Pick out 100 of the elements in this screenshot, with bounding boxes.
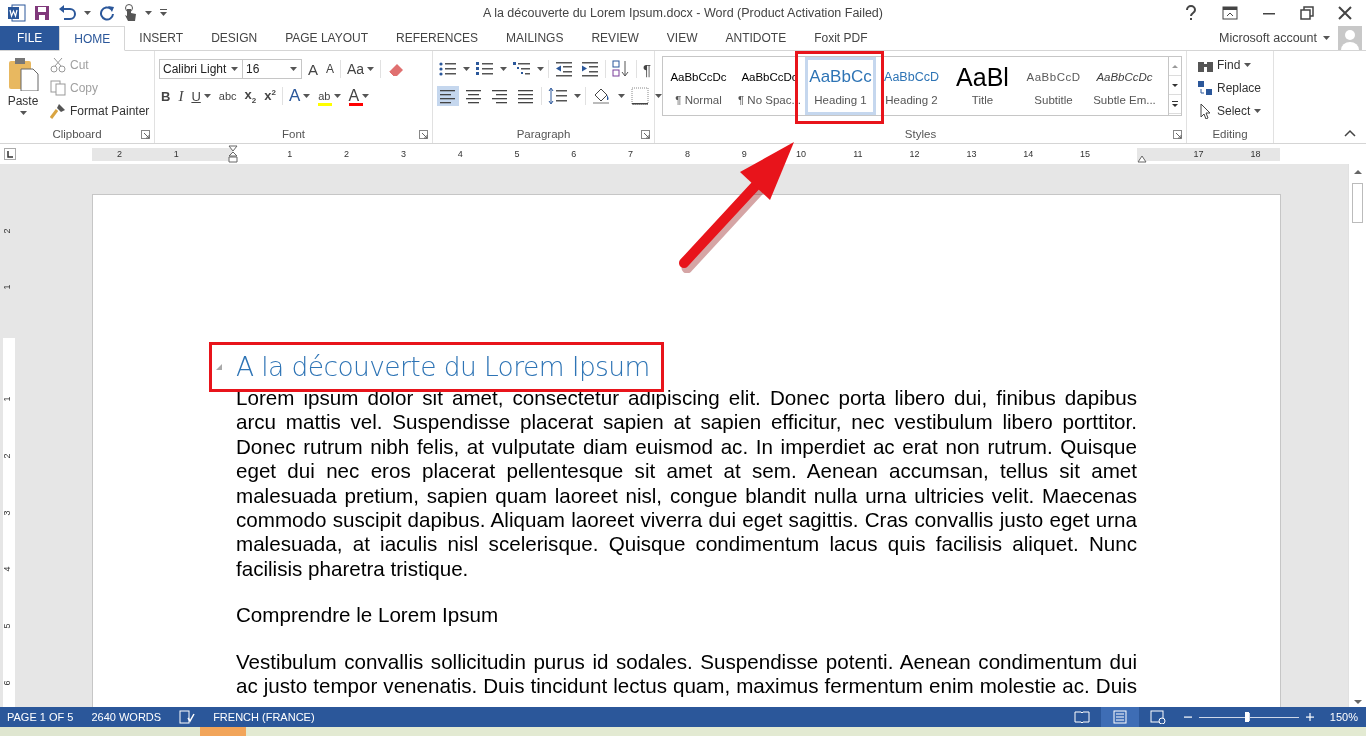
superscript-button[interactable]: x$^{2}$ bbox=[262, 86, 278, 106]
indent-marker-icon[interactable] bbox=[228, 144, 238, 163]
bold-button[interactable]: B bbox=[159, 86, 173, 106]
ribbon-tab[interactable]: HOME bbox=[59, 26, 126, 51]
group-label: Clipboard bbox=[52, 128, 102, 140]
group-label: Editing bbox=[1212, 128, 1248, 140]
dialog-launcher-icon[interactable] bbox=[641, 130, 650, 139]
multilevel-list-icon[interactable] bbox=[511, 61, 533, 77]
font-name-field[interactable]: Calibri Light bbox=[159, 59, 243, 79]
ribbon-tab[interactable]: PAGE LAYOUT bbox=[271, 26, 383, 50]
align-left-button[interactable] bbox=[437, 86, 459, 106]
caret-icon[interactable] bbox=[500, 67, 507, 71]
ruler-number: 8 bbox=[684, 147, 690, 161]
bullet-list-icon[interactable] bbox=[437, 61, 459, 77]
caret-icon[interactable] bbox=[1323, 36, 1330, 40]
slider-thumb[interactable] bbox=[1244, 712, 1249, 722]
strikethrough-button[interactable]: abc bbox=[216, 86, 239, 106]
caret-icon[interactable] bbox=[84, 11, 91, 15]
caret-icon[interactable] bbox=[463, 67, 470, 71]
redo-icon[interactable] bbox=[99, 5, 115, 21]
format-painter-button[interactable]: Format Painter bbox=[48, 101, 152, 121]
ribbon-tab[interactable]: REVIEW bbox=[577, 26, 653, 50]
dialog-launcher-icon[interactable] bbox=[141, 130, 150, 139]
ribbon-tab[interactable]: Foxit PDF bbox=[800, 26, 882, 50]
borders-icon[interactable] bbox=[629, 87, 651, 105]
style-option[interactable]: AaBbCcDc Subtle Em... bbox=[1089, 57, 1160, 115]
caret-icon[interactable] bbox=[618, 94, 625, 98]
paintbrush-icon bbox=[50, 103, 66, 119]
decrease-indent-icon[interactable] bbox=[553, 61, 575, 77]
ribbon-tab[interactable]: VIEW bbox=[652, 26, 712, 50]
ruler-number: 15 bbox=[1080, 147, 1090, 161]
ribbon-tab[interactable]: MAILINGS bbox=[492, 26, 578, 50]
zoom-slider[interactable] bbox=[1198, 712, 1299, 722]
language-indicator[interactable]: FRENCH (FRANCE) bbox=[204, 711, 324, 723]
line-spacing-icon[interactable] bbox=[546, 87, 570, 105]
caret-icon[interactable] bbox=[290, 67, 297, 71]
dialog-launcher-icon[interactable] bbox=[419, 130, 428, 139]
save-icon[interactable] bbox=[34, 5, 50, 21]
ruler-number: 7 bbox=[628, 147, 634, 161]
tab-selector-icon[interactable] bbox=[4, 148, 16, 160]
font-color-button[interactable]: A bbox=[346, 86, 372, 106]
ruler-number: 2 bbox=[1, 453, 12, 459]
caret-icon[interactable] bbox=[231, 67, 238, 71]
ruler-number: 6 bbox=[1, 680, 12, 686]
ruler-number: 5 bbox=[1, 623, 12, 629]
shrink-font-button[interactable]: A bbox=[324, 59, 337, 79]
style-option[interactable]: AaBl Title bbox=[947, 57, 1018, 115]
undo-icon[interactable] bbox=[58, 5, 76, 21]
text-effects-button[interactable]: A bbox=[286, 86, 313, 106]
show-marks-button[interactable]: ¶ bbox=[641, 59, 654, 79]
zoom-level[interactable]: 150% bbox=[1320, 711, 1366, 723]
restore-icon[interactable] bbox=[1300, 6, 1314, 20]
caret-icon[interactable] bbox=[145, 11, 152, 15]
underline-button[interactable]: U bbox=[189, 86, 213, 106]
style-option[interactable]: AaBbCc Heading 1 bbox=[805, 57, 876, 115]
account-menu[interactable]: Microsoft account bbox=[1219, 26, 1323, 50]
ribbon-tab[interactable]: ANTIDOTE bbox=[711, 26, 801, 50]
ribbon-tab[interactable]: REFERENCES bbox=[382, 26, 493, 50]
close-icon[interactable] bbox=[1338, 6, 1352, 20]
ruler-number: 12 bbox=[909, 147, 920, 161]
style-option[interactable]: AaBbCcDc ¶ Normal bbox=[663, 57, 734, 115]
find-button[interactable]: Find bbox=[1195, 55, 1269, 75]
caret-icon[interactable] bbox=[655, 94, 662, 98]
customize-toolbar-icon[interactable] bbox=[160, 9, 168, 17]
numbered-list-icon[interactable] bbox=[474, 61, 496, 77]
font-size-field[interactable]: 16 bbox=[242, 59, 302, 79]
word-count[interactable]: 2640 WORDS bbox=[82, 711, 171, 723]
paste-button[interactable]: Paste bbox=[4, 55, 42, 125]
scroll-thumb[interactable] bbox=[1352, 183, 1363, 223]
word-logo-icon[interactable] bbox=[8, 4, 26, 22]
page-count[interactable]: PAGE 1 OF 5 bbox=[0, 711, 83, 723]
replace-button[interactable]: Replace bbox=[1195, 78, 1269, 98]
group-label: Paragraph bbox=[516, 128, 571, 140]
caret-icon[interactable] bbox=[574, 94, 581, 98]
grow-font-button[interactable]: A bbox=[306, 59, 320, 79]
touch-hand-icon[interactable] bbox=[123, 4, 137, 22]
ruler-number: 9 bbox=[741, 147, 747, 161]
increase-indent-icon[interactable] bbox=[579, 61, 601, 77]
collapse-ribbon-icon[interactable] bbox=[1344, 129, 1356, 137]
paragraph-text: Lorem ipsum dolor sit amet, consectetur adipiscing elit. Donec porta libero dui, finibus dapibus arcu mattis vel. Suspendisse placerat sapien at sapien efficitur, nec vestibulum libero porttitor. Donec rutrum nibh felis, at vulputate diam euismod ac. In imperdiet ac erat non rutrum. Quisque eget dui nec eros placerat pellentesque sit amet at sem. Aenean accumsan, tellus sit amet malesuada pretium, sapien quam laoreet nisl, congue blandit nulla urna ultricies velit. Maecenas commodo suscipit dapibus. Aliquam laoreet viverra dui eget sagittis. Cras convallis justo eget urna malesuada, at iaculis nisl scelerisque. Quisque condimentum lacus quis facilisis aliquet. Nunc facilisis pharetra tristique. bbox=[236, 386, 1137, 582]
vertical-scrollbar[interactable] bbox=[1348, 164, 1366, 707]
ruler-number: 2 bbox=[344, 147, 350, 161]
ribbon-tab[interactable]: INSERT bbox=[125, 26, 198, 50]
print-layout-icon[interactable] bbox=[1100, 707, 1139, 727]
caret-icon[interactable] bbox=[537, 67, 544, 71]
ruler-number: 4 bbox=[457, 147, 463, 161]
zoom-in-icon[interactable] bbox=[1304, 712, 1315, 722]
dialog-launcher-icon[interactable] bbox=[1173, 130, 1182, 139]
subscript-button[interactable]: x$_{2}$ bbox=[242, 86, 259, 106]
italic-button[interactable]: I bbox=[176, 86, 186, 106]
ruler-number: 17 bbox=[1193, 147, 1204, 161]
ribbon-tab[interactable]: FILE bbox=[0, 26, 60, 50]
ribbon-display-icon[interactable] bbox=[1222, 6, 1238, 20]
change-case-button[interactable]: Aa bbox=[345, 59, 377, 79]
help-icon[interactable] bbox=[1184, 5, 1198, 21]
select-button[interactable]: Select bbox=[1195, 101, 1269, 121]
highlight-button[interactable]: ab bbox=[316, 86, 343, 106]
style-option[interactable]: AaBbCcD Heading 2 bbox=[876, 57, 947, 115]
ribbon-tab[interactable]: DESIGN bbox=[197, 26, 272, 50]
style-option[interactable]: AaBbCcD Subtitle bbox=[1018, 57, 1089, 115]
